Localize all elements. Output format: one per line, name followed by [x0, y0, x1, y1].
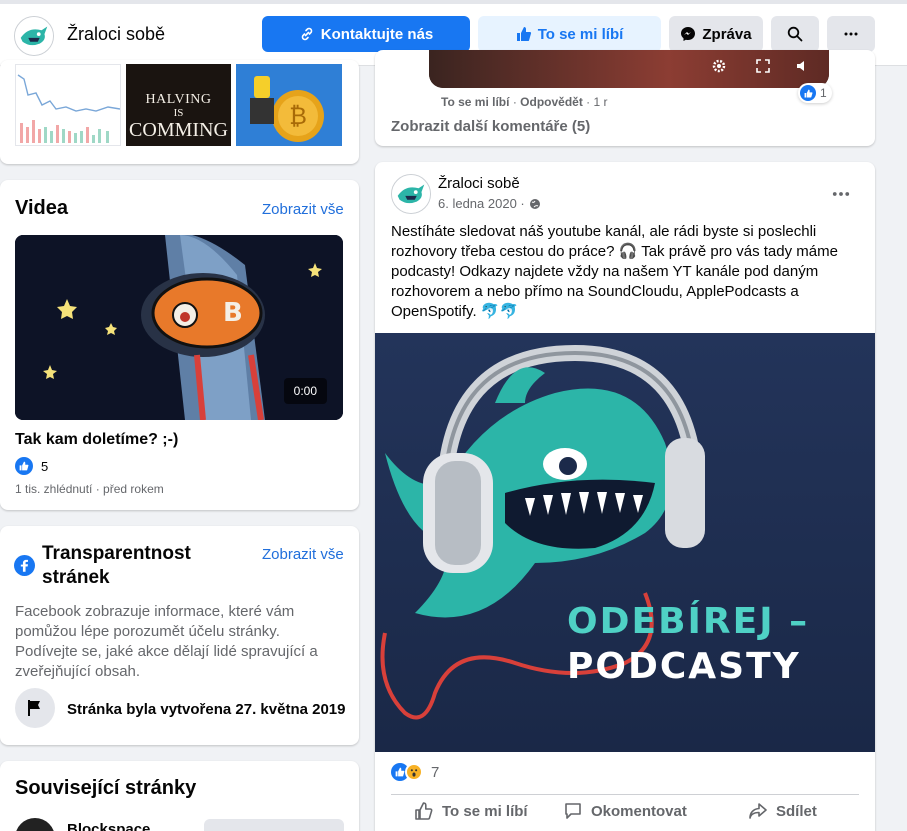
- related-pages-title: Související stránky: [15, 777, 197, 799]
- video-like-count: 5: [41, 458, 49, 474]
- video-thumbnail[interactable]: B 0:00: [15, 235, 343, 420]
- post-text: Nestíháte sledovat náš youtube kanál, al…: [391, 222, 861, 322]
- photo-thumbnail-halving[interactable]: HALVING IS COMMING: [126, 64, 231, 146]
- comment-reply-link[interactable]: Odpovědět: [520, 95, 583, 109]
- halving-line-2: IS: [173, 107, 184, 119]
- comment-reaction-count: 1: [820, 86, 827, 100]
- transparency-desc-line-1: Facebook zobrazuje informace, které vám: [15, 603, 295, 620]
- comment-actions: To se mi líbí · Odpovědět · 1 r: [441, 95, 608, 109]
- photos-card: HALVING IS COMMING ₿: [0, 60, 359, 164]
- videos-see-all-link[interactable]: Zobrazit vše: [262, 201, 344, 218]
- page-title[interactable]: Žraloci sobě: [67, 24, 165, 45]
- transparency-title: Transparentnost stránek: [42, 542, 191, 590]
- transparency-desc-line-3: Podívejte se, jaké akce dělají lidé spra…: [15, 643, 318, 660]
- comment-like-link[interactable]: To se mi líbí: [441, 95, 509, 109]
- more-dots-icon: [844, 32, 858, 36]
- thumbs-up-outline-icon: [415, 802, 433, 820]
- globe-icon: [529, 198, 540, 209]
- shark-headphones-illustration: [380, 344, 705, 720]
- comment-reaction-badge[interactable]: 1: [798, 83, 832, 103]
- chart-thumbnail-graphic: [17, 74, 120, 143]
- video-reactions[interactable]: 5: [15, 457, 48, 475]
- thumbs-up-icon: [516, 27, 531, 41]
- page-created-date: Stránka byla vytvořena 27. května 2019: [67, 701, 346, 718]
- search-icon: [787, 26, 803, 42]
- transparency-see-all-link[interactable]: Zobrazit vše: [262, 546, 344, 563]
- transparency-desc-line-2: pomůžou lépe porozumět účelu stránky.: [15, 623, 280, 640]
- post-image-line-2: PODCASTY: [567, 646, 801, 687]
- post-like-button[interactable]: To se mi líbí: [414, 801, 528, 821]
- post-like-label: To se mi líbí: [442, 802, 528, 820]
- post-image-line-1: ODEBÍREJ –: [567, 601, 810, 642]
- wow-reaction-icon: [405, 763, 423, 781]
- photo-thumbnail-bitcoin[interactable]: ₿: [236, 64, 342, 146]
- related-pages-card: Související stránky Blockspace: [0, 761, 359, 831]
- halving-line-3: COMMING: [129, 119, 228, 141]
- more-options-button[interactable]: [827, 16, 875, 52]
- flag-icon: [28, 700, 40, 716]
- messenger-icon: [681, 27, 696, 41]
- like-reaction-icon: [15, 457, 33, 475]
- post-actions-divider: [391, 794, 859, 795]
- related-page-like-button[interactable]: [204, 819, 344, 831]
- link-icon: [301, 27, 312, 41]
- podcast-post-card: Žraloci sobě 6. ledna 2020 · Nestíháte s…: [375, 162, 875, 831]
- comment-time[interactable]: 1 r: [594, 95, 608, 109]
- page-avatar[interactable]: [14, 16, 54, 56]
- post-share-button[interactable]: Sdílet: [748, 801, 817, 821]
- post-reaction-count: 7: [431, 763, 440, 781]
- message-button[interactable]: Zpráva: [669, 16, 763, 52]
- svg-text:B: B: [223, 298, 243, 328]
- post-comment-label: Okomentovat: [591, 802, 687, 820]
- post-text-line-5: OpenSpotify. 🐬🐬: [391, 303, 519, 320]
- post-image[interactable]: ODEBÍREJ – PODCASTY: [375, 333, 875, 752]
- post-date[interactable]: 6. ledna 2020 ·: [438, 196, 525, 211]
- post-author-name[interactable]: Žraloci sobě: [438, 175, 520, 192]
- settings-gear-icon[interactable]: [711, 58, 727, 74]
- halving-line-1: HALVING: [145, 92, 212, 107]
- related-page-name[interactable]: Blockspace: [67, 821, 150, 831]
- volume-icon[interactable]: [795, 58, 811, 74]
- post-author-avatar[interactable]: [391, 174, 431, 214]
- comment-icon: [565, 803, 581, 819]
- transparency-desc-line-4: zveřejňující obsah.: [15, 663, 141, 680]
- post-text-line-3: podcasty! Odkazy najdete vždy na našem Y…: [391, 263, 819, 280]
- contact-button-label: Kontaktujte nás: [320, 25, 434, 43]
- video-title[interactable]: Tak kam doletíme? ;-): [15, 431, 178, 449]
- post-text-line-4: rozhovorem a nebo přímo na SoundCloudu, …: [391, 283, 799, 300]
- like-page-button-label: To se mi líbí: [537, 25, 624, 43]
- transparency-title-line-2: stránek: [42, 567, 110, 588]
- comment-video-attachment[interactable]: [429, 50, 829, 88]
- previous-post-card: To se mi líbí · Odpovědět · 1 r 1 Zobraz…: [375, 50, 875, 146]
- fullscreen-icon[interactable]: [755, 58, 771, 74]
- page-transparency-card: Transparentnost stránek Zobrazit vše Fac…: [0, 526, 359, 745]
- post-share-label: Sdílet: [776, 802, 817, 820]
- flag-icon-wrap: [15, 688, 55, 728]
- post-reactions-summary[interactable]: 7: [391, 763, 439, 781]
- photo-thumbnail-chart[interactable]: [15, 64, 121, 146]
- transparency-description: Facebook zobrazuje informace, které vám …: [15, 602, 318, 682]
- video-meta: 1 tis. zhlédnutí · před rokem: [15, 482, 164, 496]
- post-text-line-2: rozhovory třeba cestou do práce? 🎧 Tak p…: [391, 243, 838, 260]
- like-page-button[interactable]: To se mi líbí: [478, 16, 661, 52]
- shark-logo-icon: [15, 17, 53, 55]
- svg-text:₿: ₿: [289, 102, 307, 130]
- post-meta: 6. ledna 2020 ·: [438, 196, 541, 211]
- videos-title: Videa: [15, 197, 68, 219]
- message-button-label: Zpráva: [702, 25, 752, 43]
- contact-button[interactable]: Kontaktujte nás: [262, 16, 470, 52]
- bitcoin-graphic: ₿: [250, 76, 324, 142]
- video-duration-badge: 0:00: [283, 378, 327, 404]
- view-more-comments-link[interactable]: Zobrazit další komentáře (5): [391, 118, 590, 135]
- post-text-line-1: Nestíháte sledovat náš youtube kanál, al…: [391, 223, 817, 240]
- facebook-icon: [14, 555, 35, 576]
- post-options-icon[interactable]: [831, 184, 851, 204]
- share-icon: [749, 803, 767, 819]
- search-button[interactable]: [771, 16, 819, 52]
- post-comment-button[interactable]: Okomentovat: [563, 801, 687, 821]
- transparency-title-line-1: Transparentnost: [42, 543, 191, 564]
- related-page-avatar[interactable]: [15, 818, 55, 831]
- shark-logo-icon: [392, 175, 430, 213]
- comment-like-reaction-icon: [800, 85, 816, 101]
